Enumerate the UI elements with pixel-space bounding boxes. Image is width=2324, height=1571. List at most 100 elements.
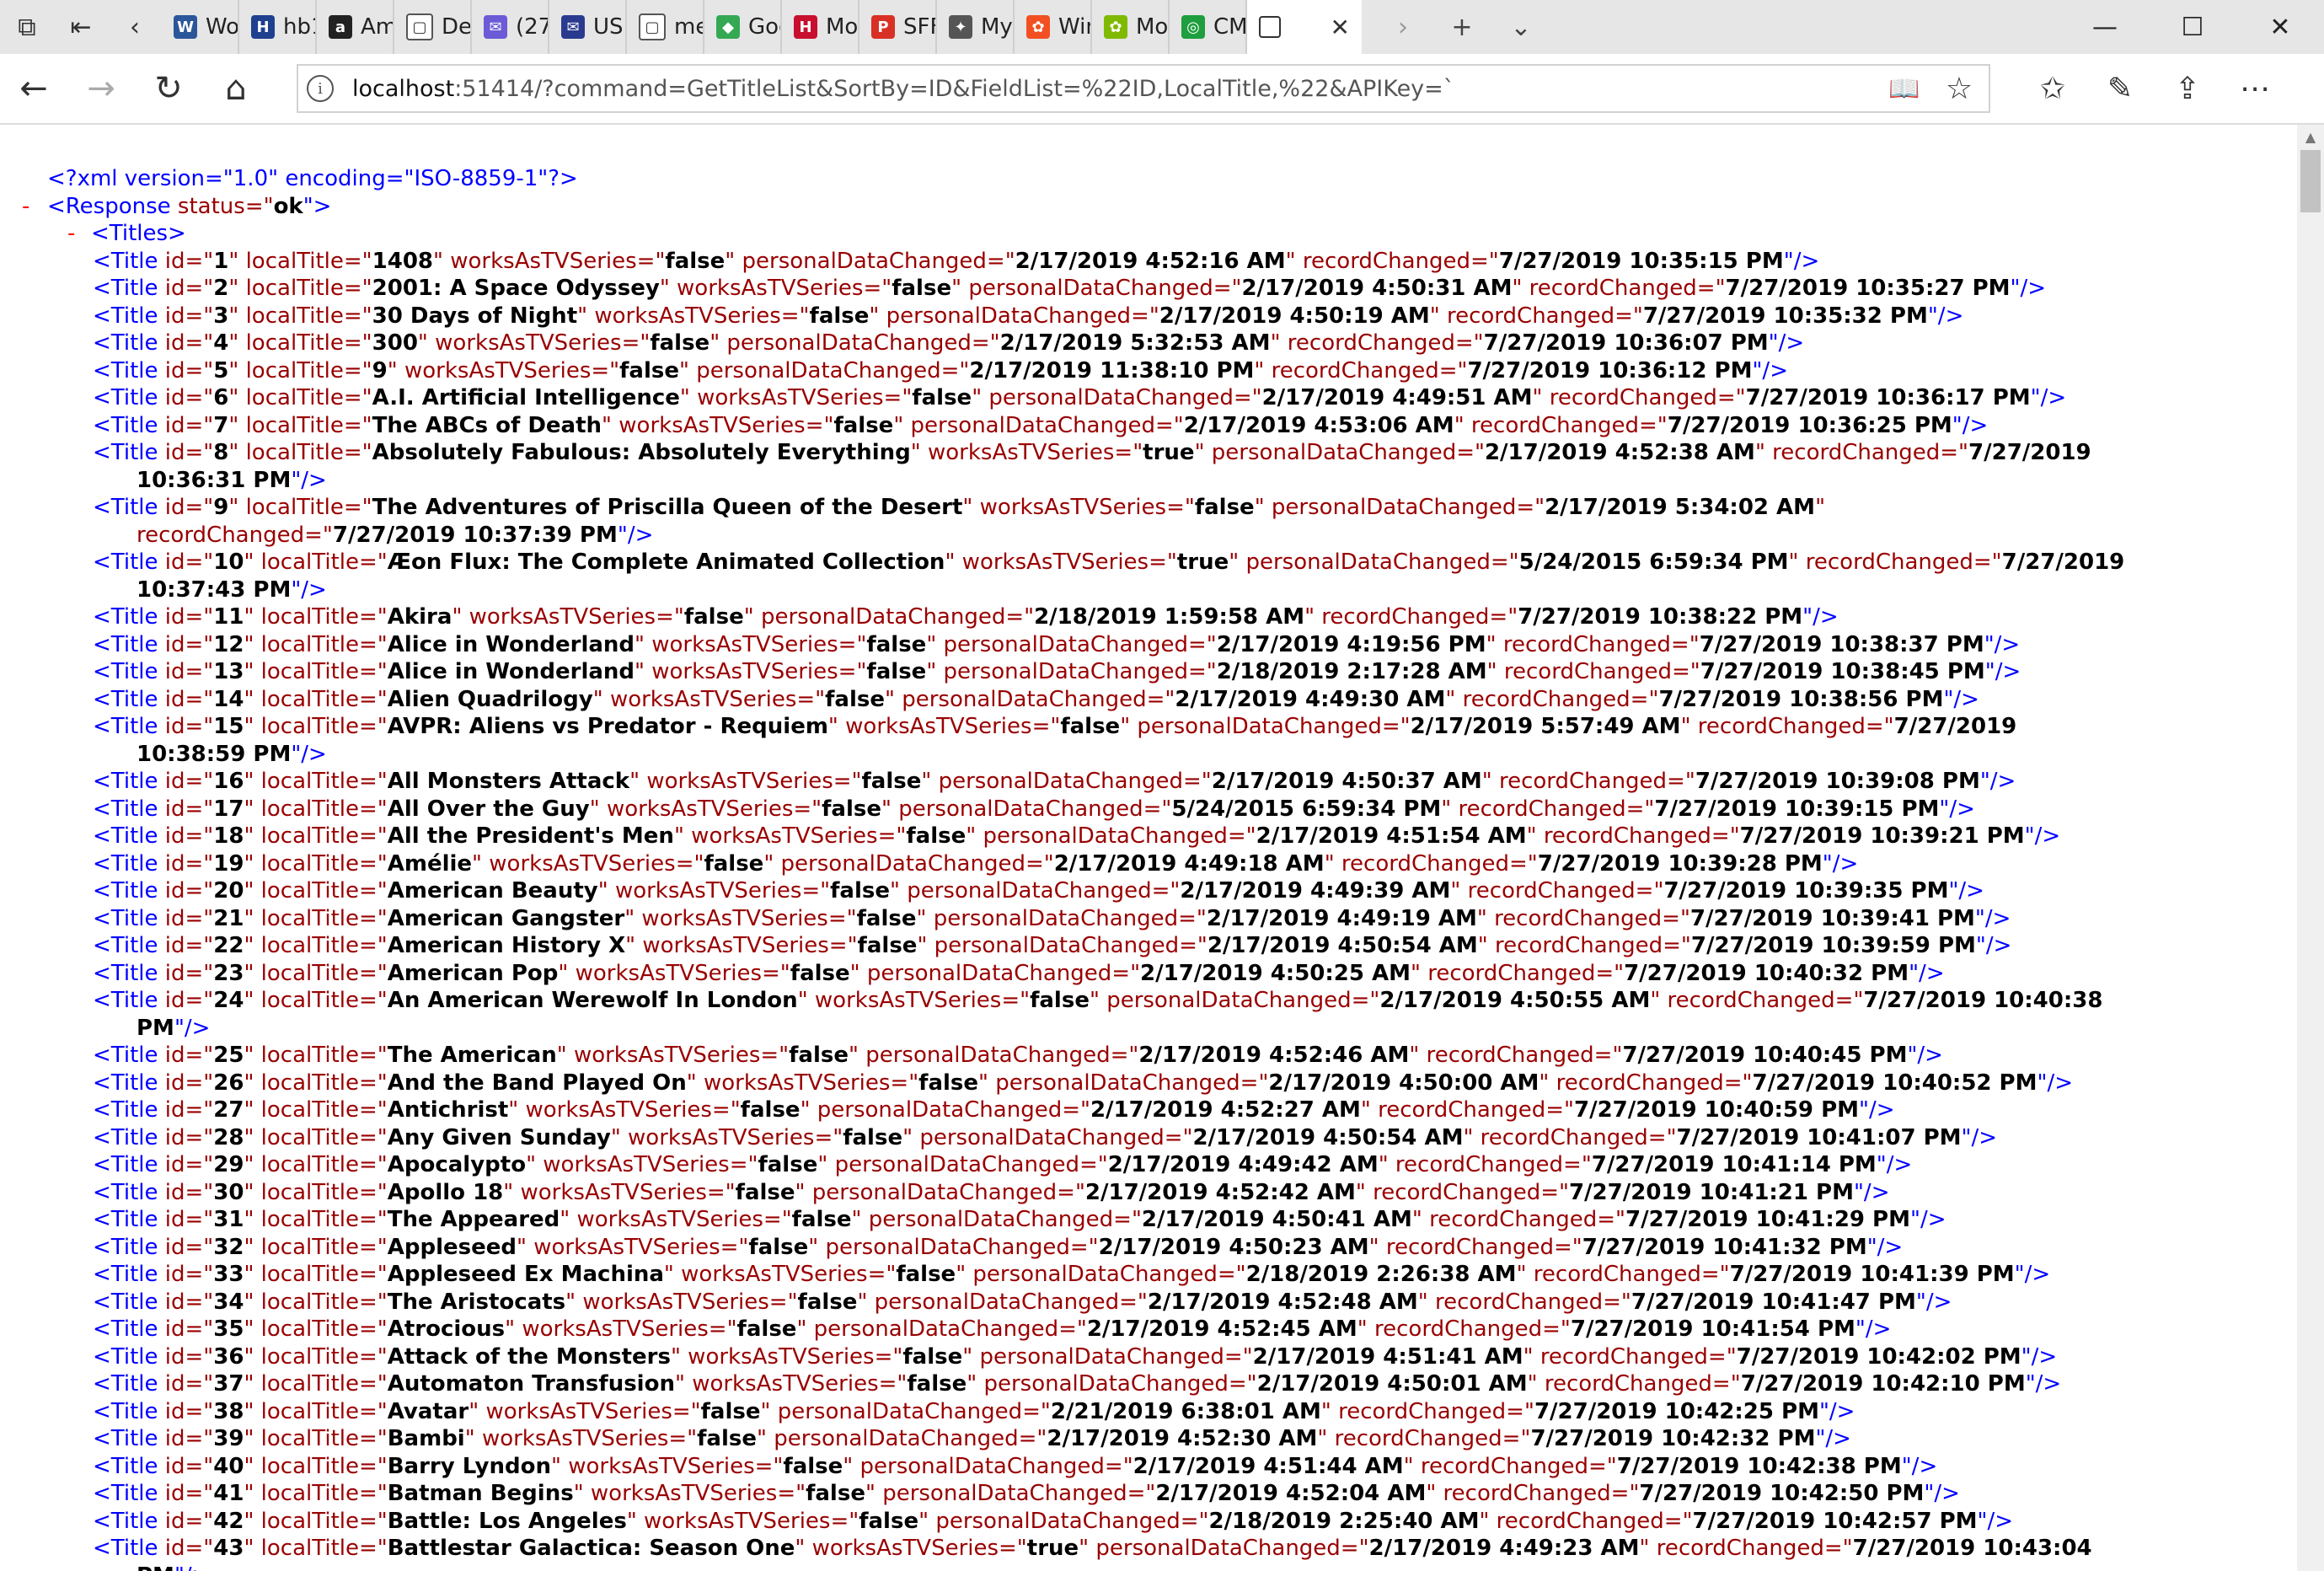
works-as-tv-value: true (1176, 550, 1229, 575)
tab-item[interactable]: ✉ (27 ( (472, 0, 549, 54)
personal-data-value: 2/17/2019 4:50:00 AM (1268, 1070, 1540, 1096)
works-as-tv-attr-name: " worksAsTVSeries=" (556, 1043, 790, 1068)
title-row: <Title id="10" localTitle="Æon Flux: The… (0, 549, 2128, 603)
works-as-tv-attr-name: " worksAsTVSeries=" (505, 1316, 737, 1342)
favorite-star-icon[interactable]: ☆ (1930, 72, 1989, 106)
record-changed-value: 7/27/2019 10:42:50 PM (1639, 1481, 1925, 1506)
works-as-tv-attr-name: " worksAsTVSeries=" (659, 276, 892, 301)
personal-data-value: 2/18/2019 2:26:38 AM (1245, 1262, 1517, 1287)
minimize-icon[interactable]: — (2061, 0, 2149, 54)
id-attr-name: id=" (158, 1508, 214, 1534)
tab-item[interactable]: ◎ CMC (1170, 0, 1247, 54)
title-tag-open: <Title (93, 796, 158, 822)
tab-item[interactable]: H Mod (782, 0, 859, 54)
title-tag-open: <Title (93, 850, 158, 877)
works-as-tv-attr-name: " worksAsTVSeries=" (516, 1234, 749, 1260)
address-bar[interactable]: i localhost:51414/?command=GetTitleList&… (297, 64, 1990, 113)
url-path: :51414/?command=GetTitleList&SortBy=ID&F… (454, 75, 1455, 102)
pen-notes-icon[interactable]: ✎ (2086, 72, 2154, 106)
title-tag-close: "/> (1818, 1398, 1855, 1424)
tab-item[interactable]: ✿ Mor (1092, 0, 1170, 54)
title-tag-close: "/> (1853, 1179, 1890, 1205)
amazon-icon: a (329, 15, 352, 39)
works-as-tv-attr-name: " worksAsTVSeries=" (674, 1371, 908, 1397)
maximize-icon[interactable]: ☐ (2149, 0, 2236, 54)
record-changed-attr-name: " recordChanged=" (1320, 1398, 1534, 1424)
personal-data-value: 2/17/2019 4:51:41 AM (1252, 1343, 1523, 1370)
local-title-value: Battle: Los Angeles (387, 1508, 627, 1534)
collapse-response-toggle[interactable]: - (22, 193, 29, 221)
personal-data-attr-name: " personalDataChanged=" (890, 878, 1181, 903)
tab-active[interactable]: ✕ (1247, 0, 1362, 54)
tab-item[interactable]: ✿ Win (1015, 0, 1092, 54)
reading-view-icon[interactable]: 📖 (1879, 74, 1930, 104)
tab-item[interactable]: ▢ met (627, 0, 704, 54)
tab-item[interactable]: a Ama (317, 0, 394, 54)
scroll-tabs-left-icon[interactable]: ‹ (108, 0, 162, 54)
title-tag-close: "/> (1924, 1481, 1960, 1506)
personal-data-value: 2/17/2019 4:49:18 AM (1053, 850, 1325, 877)
works-as-tv-value: false (700, 1398, 761, 1424)
scrollbar-thumb[interactable] (2300, 150, 2321, 212)
personal-data-value: 2/17/2019 11:38:10 PM (969, 357, 1255, 383)
works-as-tv-attr-name: " worksAsTVSeries=" (558, 960, 790, 986)
works-as-tv-attr-name: " worksAsTVSeries=" (797, 988, 1031, 1013)
tab-item[interactable]: Hhb1 (239, 0, 317, 54)
title-tag-close: "/> (174, 1015, 211, 1041)
new-tab-icon[interactable]: + (1432, 13, 1491, 42)
title-tag-close: "/> (1907, 1043, 1943, 1068)
id-value: 11 (213, 604, 244, 630)
record-changed-value: 7/27/2019 10:35:32 PM (1642, 303, 1928, 329)
works-as-tv-value: false (857, 933, 918, 958)
works-as-tv-value: false (861, 769, 922, 794)
personal-data-value: 2/17/2019 4:49:51 AM (1261, 385, 1533, 410)
close-window-icon[interactable]: ✕ (2236, 0, 2324, 54)
id-value: 29 (213, 1152, 244, 1177)
tab-item[interactable]: ✉ USP (549, 0, 627, 54)
tab-label: Win (1058, 14, 1090, 40)
local-title-value: American Gangster (387, 905, 625, 931)
scroll-tabs-right-icon[interactable]: › (1374, 13, 1432, 42)
title-tag-close: "/> (2025, 1371, 2062, 1397)
tab-tools: › + ⌄ (1374, 0, 1550, 54)
title-tag-close: "/> (1943, 686, 1979, 712)
works-as-tv-attr-name: " worksAsTVSeries=" (625, 933, 858, 958)
works-as-tv-value: false (856, 905, 917, 931)
favorites-list-icon[interactable]: ✩ (2019, 72, 2086, 106)
record-changed-value: 7/27/2019 10:39:35 PM (1663, 878, 1949, 903)
title-tag-close: "/> (2010, 276, 2047, 301)
url-text[interactable]: localhost:51414/?command=GetTitleList&So… (352, 76, 1879, 102)
works-as-tv-attr-name: " worksAsTVSeries=" (433, 248, 666, 274)
more-menu-icon[interactable]: ⋯ (2221, 72, 2289, 106)
tab-item[interactable]: W Wor (162, 0, 239, 54)
title-tag-close: "/> (2030, 385, 2067, 410)
vertical-scrollbar[interactable]: ▲ (2297, 125, 2324, 1571)
title-tag-open: <Title (93, 385, 158, 410)
tab-list-chevron-icon[interactable]: ⌄ (1491, 13, 1550, 42)
personal-data-attr-name: " personalDataChanged=" (921, 769, 1212, 794)
info-icon[interactable]: i (307, 75, 334, 102)
title-row: <Title id="20" localTitle="American Beau… (0, 877, 2128, 905)
collapse-titles-toggle[interactable]: - (67, 220, 75, 248)
set-aside-tabs-icon[interactable]: ⇤ (54, 0, 108, 54)
title-row: <Title id="22" localTitle="American Hist… (0, 932, 2128, 960)
tab-item[interactable]: P SFF- (859, 0, 937, 54)
share-icon[interactable]: ⇪ (2154, 72, 2221, 106)
tab-item[interactable]: ✦ My I (937, 0, 1015, 54)
back-arrow-icon[interactable]: ← (0, 54, 67, 123)
local-title-attr-name: " localTitle=" (244, 1508, 388, 1534)
home-icon[interactable]: ⌂ (202, 54, 270, 123)
scroll-up-icon[interactable]: ▲ (2297, 125, 2324, 148)
local-title-value: All Over the Guy (387, 796, 590, 822)
title-tag-open: <Title (93, 1097, 158, 1123)
refresh-icon[interactable]: ↻ (135, 54, 202, 123)
local-title-attr-name: " localTitle=" (228, 440, 372, 465)
tab-actions-icon[interactable]: ⧉ (0, 0, 54, 54)
local-title-attr-name: " localTitle=" (244, 686, 388, 712)
tab-item[interactable]: ◆ Goo (704, 0, 782, 54)
close-tab-icon[interactable]: ✕ (1331, 13, 1350, 41)
title-row: <Title id="4" localTitle="300" worksAsTV… (0, 330, 2128, 357)
local-title-value: AVPR: Aliens vs Predator - Requiem (387, 714, 828, 739)
forward-arrow-icon[interactable]: → (67, 54, 135, 123)
tab-item[interactable]: ▢ Defi (394, 0, 472, 54)
